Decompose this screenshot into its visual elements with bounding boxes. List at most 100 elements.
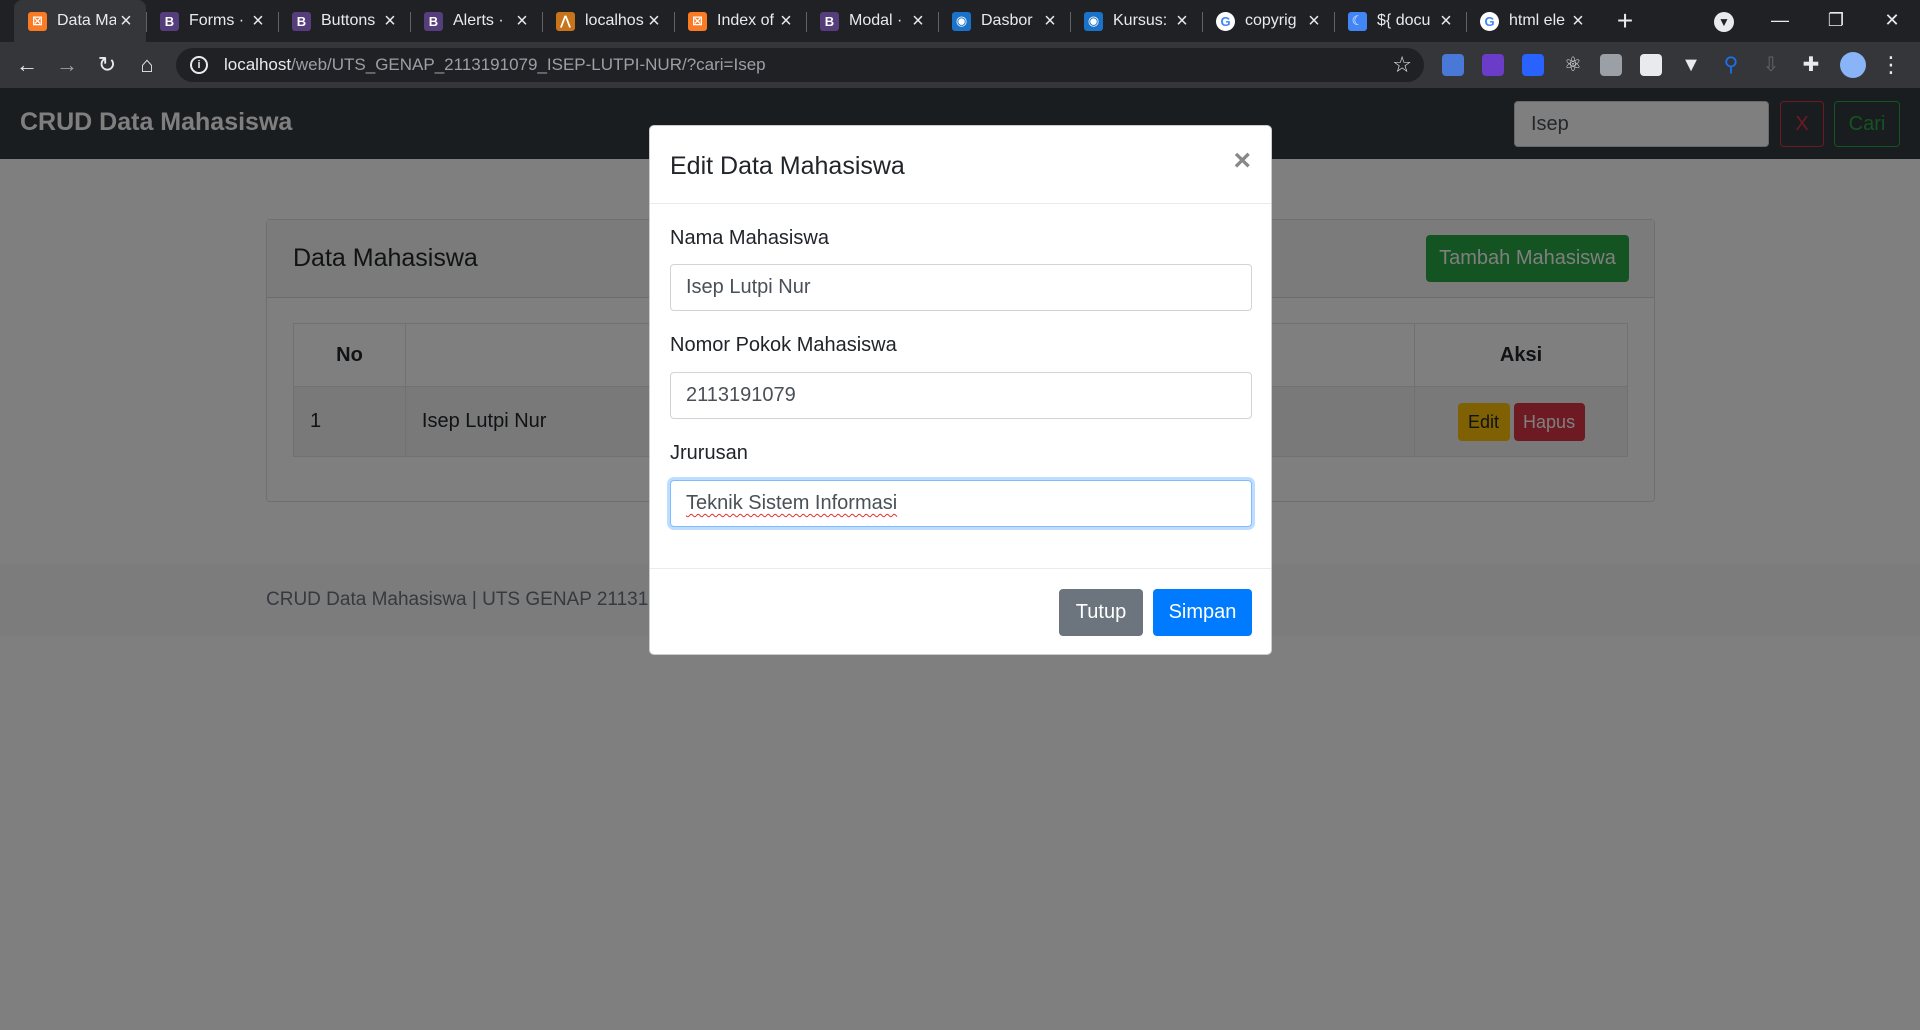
- tab-title: ${ docu: [1377, 12, 1431, 29]
- search-extension-icon[interactable]: ⚲: [1720, 54, 1742, 76]
- modal-header: Edit Data Mahasiswa ×: [650, 126, 1271, 204]
- browser-tab[interactable]: ⊠ Index of ×: [674, 0, 806, 42]
- codeigniter-icon: ⋀: [556, 11, 575, 31]
- jurusan-field[interactable]: Teknik Sistem Informasi: [670, 480, 1252, 527]
- tab-close-icon[interactable]: ×: [116, 10, 136, 33]
- tab-title: Kursus:: [1113, 12, 1168, 29]
- tab-separator: [806, 12, 807, 32]
- modal-title: Edit Data Mahasiswa: [670, 152, 905, 180]
- tab-close-icon[interactable]: ×: [776, 10, 796, 33]
- tab-close-icon[interactable]: ×: [1172, 10, 1192, 33]
- tab-separator: [1334, 12, 1335, 32]
- tab-title: Alerts ·: [453, 12, 504, 29]
- modal-body: Nama Mahasiswa Isep Lutpi Nur Nomor Poko…: [650, 204, 1271, 569]
- upload-extension-icon[interactable]: [1640, 54, 1662, 76]
- tab-title: localhos: [585, 12, 644, 29]
- tab-separator: [938, 12, 939, 32]
- browser-tab[interactable]: B Forms · ×: [146, 0, 278, 42]
- bootstrap-icon: B: [292, 11, 311, 31]
- nama-field[interactable]: Isep Lutpi Nur: [670, 264, 1252, 311]
- tab-close-icon[interactable]: ×: [1304, 10, 1324, 33]
- web-page: CRUD Data Mahasiswa Isep X Cari Data Mah…: [0, 88, 1920, 1030]
- browser-tab[interactable]: ◉ Dasbor ×: [938, 0, 1070, 42]
- vue-extension-icon[interactable]: ▼: [1680, 54, 1702, 76]
- tab-title: Dasbor: [981, 12, 1033, 29]
- extension-badge-icon[interactable]: [1482, 54, 1504, 76]
- site-info-icon[interactable]: i: [190, 56, 208, 74]
- jurusan-value: Teknik Sistem Informasi: [686, 492, 898, 514]
- browser-tabstrip: + ▼ — ❐ ✕ ⊠ Data Ma × B Forms · × B Buttons × B Al…: [0, 0, 1920, 42]
- tab-close-icon[interactable]: ×: [380, 10, 400, 33]
- camera-extension-icon[interactable]: [1600, 54, 1622, 76]
- tab-separator: [1070, 12, 1071, 32]
- npm-label: Nomor Pokok Mahasiswa: [670, 334, 897, 356]
- browser-tab[interactable]: ◉ Kursus: ×: [1070, 0, 1202, 42]
- university-logo-icon: ◉: [1084, 11, 1103, 31]
- tab-separator: [146, 12, 147, 32]
- reload-icon[interactable]: ↻: [92, 50, 122, 80]
- url-path: /web/UTS_GENAP_2113191079_ISEP-LUTPI-NUR…: [291, 55, 766, 74]
- tab-title: Buttons: [321, 12, 376, 29]
- extension-icon[interactable]: [1522, 54, 1544, 76]
- profile-avatar[interactable]: [1840, 52, 1866, 78]
- restore-icon[interactable]: ❐: [1808, 0, 1864, 42]
- minimize-icon[interactable]: —: [1752, 0, 1808, 42]
- close-button[interactable]: Tutup: [1059, 589, 1143, 636]
- new-tab-button[interactable]: +: [1610, 4, 1640, 38]
- url-host: localhost: [224, 55, 292, 74]
- tab-separator: [410, 12, 411, 32]
- address-bar[interactable]: i localhost/web/UTS_GENAP_2113191079_ISE…: [176, 48, 1424, 82]
- tab-title: Forms ·: [189, 12, 245, 29]
- xampp-icon: ⊠: [28, 11, 47, 31]
- browser-tab[interactable]: Ghtml ele ×: [1466, 0, 1598, 42]
- bookmark-star-icon[interactable]: ☆: [1392, 52, 1412, 78]
- university-logo-icon: ◉: [952, 11, 971, 31]
- browser-toolbar: ← → ↻ ⌂ i localhost/web/UTS_GENAP_211319…: [0, 42, 1920, 88]
- close-window-icon[interactable]: ✕: [1864, 0, 1920, 42]
- tab-separator: [278, 12, 279, 32]
- tab-search-icon[interactable]: ▼: [1696, 0, 1752, 42]
- browser-tab[interactable]: ☾ ${ docu ×: [1334, 0, 1466, 42]
- google-icon: G: [1480, 11, 1499, 31]
- forward-icon[interactable]: →: [52, 50, 82, 80]
- bootstrap-icon: B: [424, 11, 443, 31]
- close-icon[interactable]: ×: [1233, 146, 1251, 176]
- tab-separator: [542, 12, 543, 32]
- browser-tab[interactable]: B Modal · ×: [806, 0, 938, 42]
- tab-title: Data Ma: [57, 12, 116, 29]
- save-button[interactable]: Simpan: [1153, 589, 1252, 636]
- crescent-icon: ☾: [1348, 11, 1367, 31]
- translate-extension-icon[interactable]: [1442, 54, 1464, 76]
- browser-tab[interactable]: ⊠ Data Ma ×: [14, 0, 146, 42]
- tab-close-icon[interactable]: ×: [1436, 10, 1456, 33]
- tab-close-icon[interactable]: ×: [1568, 10, 1588, 33]
- bootstrap-icon: B: [160, 11, 179, 31]
- back-icon[interactable]: ←: [12, 50, 42, 80]
- browser-tab[interactable]: B Buttons ×: [278, 0, 410, 42]
- npm-field[interactable]: 2113191079: [670, 372, 1252, 419]
- nama-label: Nama Mahasiswa: [670, 227, 829, 249]
- tab-close-icon[interactable]: ×: [908, 10, 928, 33]
- tab-close-icon[interactable]: ×: [1040, 10, 1060, 33]
- tab-separator: [1466, 12, 1467, 32]
- browser-tab[interactable]: Gcopyrig ×: [1202, 0, 1334, 42]
- browser-menu-icon[interactable]: ⋮: [1880, 54, 1902, 76]
- tab-close-icon[interactable]: ×: [512, 10, 532, 33]
- tab-separator: [674, 12, 675, 32]
- react-devtools-icon[interactable]: ⚛: [1562, 54, 1584, 76]
- xampp-icon: ⊠: [688, 11, 707, 31]
- jurusan-label: Jrurusan: [670, 442, 748, 464]
- browser-tab[interactable]: B Alerts · ×: [410, 0, 542, 42]
- tab-title: Index of: [717, 12, 774, 29]
- tab-close-icon[interactable]: ×: [248, 10, 268, 33]
- google-icon: G: [1216, 11, 1235, 31]
- edit-student-modal: Edit Data Mahasiswa × Nama Mahasiswa Ise…: [649, 125, 1272, 655]
- extensions-puzzle-icon[interactable]: ✚: [1800, 54, 1822, 76]
- download-icon[interactable]: ⇩: [1760, 54, 1782, 76]
- home-icon[interactable]: ⌂: [132, 50, 162, 80]
- tab-title: html ele: [1509, 12, 1566, 29]
- tab-separator: [1202, 12, 1203, 32]
- tab-close-icon[interactable]: ×: [644, 10, 664, 33]
- browser-tab[interactable]: ⋀ localhos ×: [542, 0, 674, 42]
- bootstrap-icon: B: [820, 11, 839, 31]
